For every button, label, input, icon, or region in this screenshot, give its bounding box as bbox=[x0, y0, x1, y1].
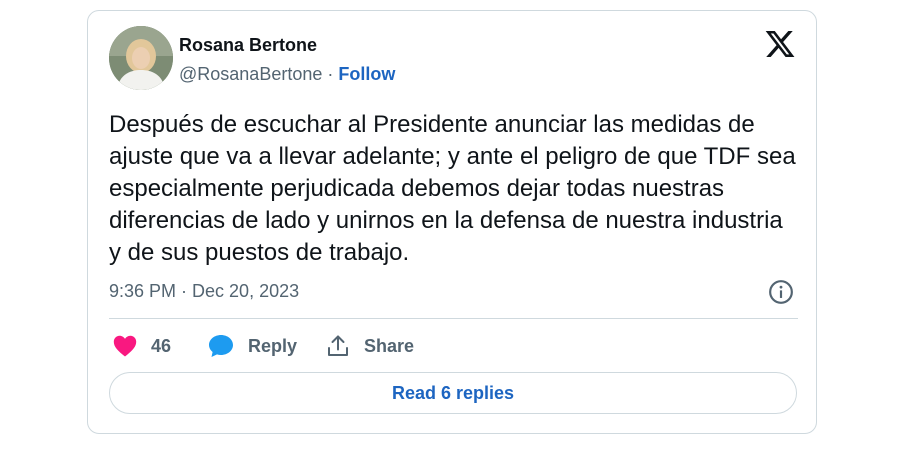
tweet-text: Después de escuchar al Presidente anunci… bbox=[109, 111, 796, 266]
heart-icon bbox=[113, 335, 137, 357]
author-handle-row: @RosanaBertone · Follow bbox=[179, 64, 395, 85]
share-label: Share bbox=[364, 335, 415, 356]
reply-bubble-icon bbox=[209, 335, 233, 357]
tweet-card: Rosana Bertone @RosanaBertone · Follow D… bbox=[87, 10, 817, 434]
avatar-image bbox=[109, 26, 173, 90]
like-count: 46 bbox=[151, 335, 172, 356]
follow-button[interactable]: Follow bbox=[338, 64, 395, 84]
author-handle[interactable]: @RosanaBertone bbox=[179, 64, 322, 84]
avatar[interactable] bbox=[109, 26, 173, 90]
handle-separator: · bbox=[322, 64, 339, 84]
like-button[interactable]: 46 bbox=[113, 333, 171, 359]
reply-button[interactable]: Reply bbox=[208, 333, 297, 359]
reply-label: Reply bbox=[248, 335, 298, 356]
x-logo-icon[interactable] bbox=[764, 28, 796, 60]
divider bbox=[109, 318, 798, 319]
author-name[interactable]: Rosana Bertone bbox=[179, 35, 317, 56]
info-icon[interactable] bbox=[768, 279, 794, 305]
share-icon bbox=[328, 335, 348, 356]
share-button[interactable]: Share bbox=[326, 333, 414, 359]
read-replies-button[interactable]: Read 6 replies bbox=[109, 372, 797, 414]
tweet-timestamp[interactable]: 9:36 PM · Dec 20, 2023 bbox=[109, 281, 299, 302]
